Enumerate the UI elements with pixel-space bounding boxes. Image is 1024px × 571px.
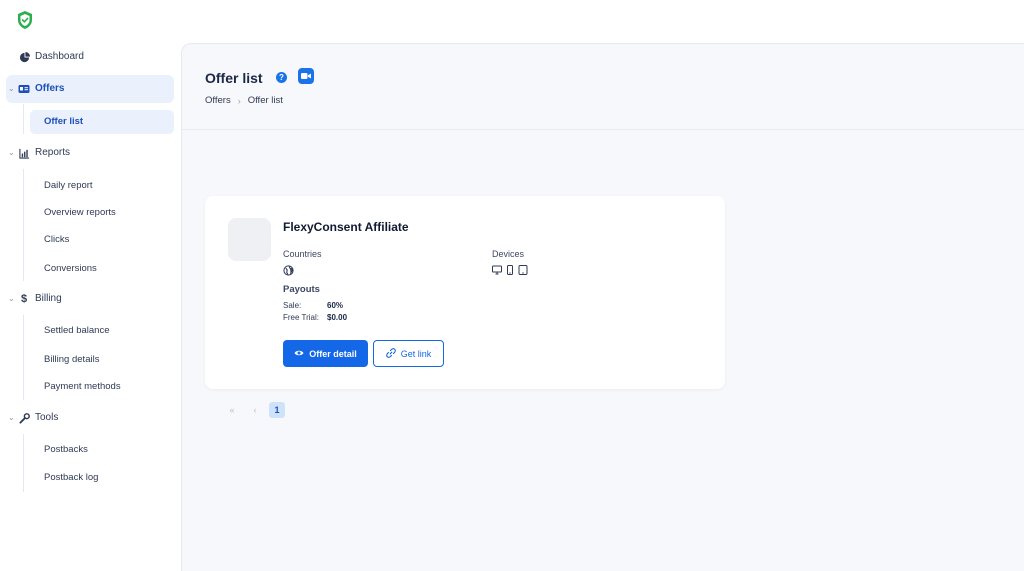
- sidebar-subitem-billing-details[interactable]: Billing details: [30, 348, 174, 372]
- desktop-icon: [492, 262, 502, 280]
- sidebar-item-reports[interactable]: ⌄ Reports: [6, 139, 174, 167]
- globe-icon: [283, 263, 294, 276]
- sidebar-subitem-postbacks[interactable]: Postbacks: [30, 438, 174, 462]
- wrench-icon: [18, 412, 30, 424]
- tree-line: [23, 104, 24, 134]
- get-link-button[interactable]: Get link: [373, 340, 444, 367]
- offer-detail-button[interactable]: Offer detail: [283, 340, 368, 367]
- tree-line: [23, 315, 24, 400]
- pagination-page-1[interactable]: 1: [269, 402, 285, 418]
- link-icon: [385, 347, 396, 360]
- chevron-down-icon: ⌄: [8, 413, 15, 422]
- id-card-icon: [18, 83, 30, 95]
- offer-name: FlexyConsent Affiliate: [283, 220, 409, 234]
- breadcrumb-item-offers[interactable]: Offers: [205, 95, 231, 106]
- offer-card: FlexyConsent Affiliate Countries Devices…: [205, 196, 725, 389]
- sidebar-subitem-postback-log[interactable]: Postback log: [30, 466, 174, 490]
- sidebar-item-billing[interactable]: ⌄ $ Billing: [6, 285, 174, 313]
- chevron-down-icon: ⌄: [8, 84, 15, 93]
- video-icon[interactable]: [298, 68, 314, 84]
- dollar-icon: $: [20, 293, 28, 305]
- bar-chart-icon: [18, 147, 30, 159]
- pie-chart-icon: [18, 51, 30, 63]
- breadcrumb-item-offer-list: Offer list: [247, 95, 283, 106]
- pagination-first-button[interactable]: «: [225, 402, 239, 418]
- shield-logo-icon[interactable]: [15, 10, 35, 30]
- main-content: Offer list ? Offers › Offer list FlexyCo…: [181, 43, 1024, 571]
- eye-icon: [294, 349, 304, 359]
- chevron-down-icon: ⌄: [8, 148, 15, 157]
- breadcrumb: Offers › Offer list: [205, 95, 283, 106]
- mobile-icon: [505, 262, 515, 280]
- sidebar-item-label: Dashboard: [35, 51, 84, 62]
- sidebar-subitem-daily-report[interactable]: Daily report: [30, 174, 174, 198]
- tablet-icon: [518, 262, 528, 280]
- sidebar-subitem-overview-reports[interactable]: Overview reports: [30, 201, 174, 225]
- sidebar-item-label: Billing: [35, 293, 62, 304]
- sidebar-item-label: Offers: [35, 83, 65, 94]
- device-list: [492, 262, 528, 280]
- offer-thumbnail: [228, 218, 271, 261]
- chevron-right-icon: ›: [237, 95, 241, 106]
- sidebar: Dashboard ⌄ Offers Offer list ⌄ Reports …: [0, 0, 181, 571]
- countries-label: Countries: [283, 249, 322, 259]
- tree-line: [23, 434, 24, 492]
- tree-line: [23, 169, 24, 281]
- payout-row-free-trial: Free Trial: $0.00: [283, 313, 348, 322]
- payouts-title: Payouts: [283, 284, 320, 295]
- chevron-down-icon: ⌄: [8, 294, 15, 303]
- sidebar-subitem-settled-balance[interactable]: Settled balance: [30, 319, 174, 343]
- sidebar-subitem-offer-list[interactable]: Offer list: [30, 110, 174, 134]
- sidebar-subitem-clicks[interactable]: Clicks: [30, 228, 174, 252]
- sidebar-item-offers[interactable]: ⌄ Offers: [6, 75, 174, 103]
- page-title: Offer list: [205, 70, 263, 86]
- pagination-prev-button[interactable]: ‹: [248, 402, 262, 418]
- devices-label: Devices: [492, 249, 525, 259]
- sidebar-item-dashboard[interactable]: Dashboard: [6, 43, 174, 71]
- page-header: Offer list ? Offers › Offer list: [182, 44, 1024, 130]
- sidebar-subitem-payment-methods[interactable]: Payment methods: [30, 375, 174, 399]
- payout-row-sale: Sale: 60%: [283, 301, 344, 310]
- sidebar-item-label: Reports: [35, 147, 71, 158]
- sidebar-item-label: Tools: [35, 412, 59, 423]
- sidebar-subitem-conversions[interactable]: Conversions: [30, 257, 174, 281]
- help-icon[interactable]: ?: [276, 72, 287, 83]
- sidebar-item-tools[interactable]: ⌄ Tools: [6, 404, 174, 432]
